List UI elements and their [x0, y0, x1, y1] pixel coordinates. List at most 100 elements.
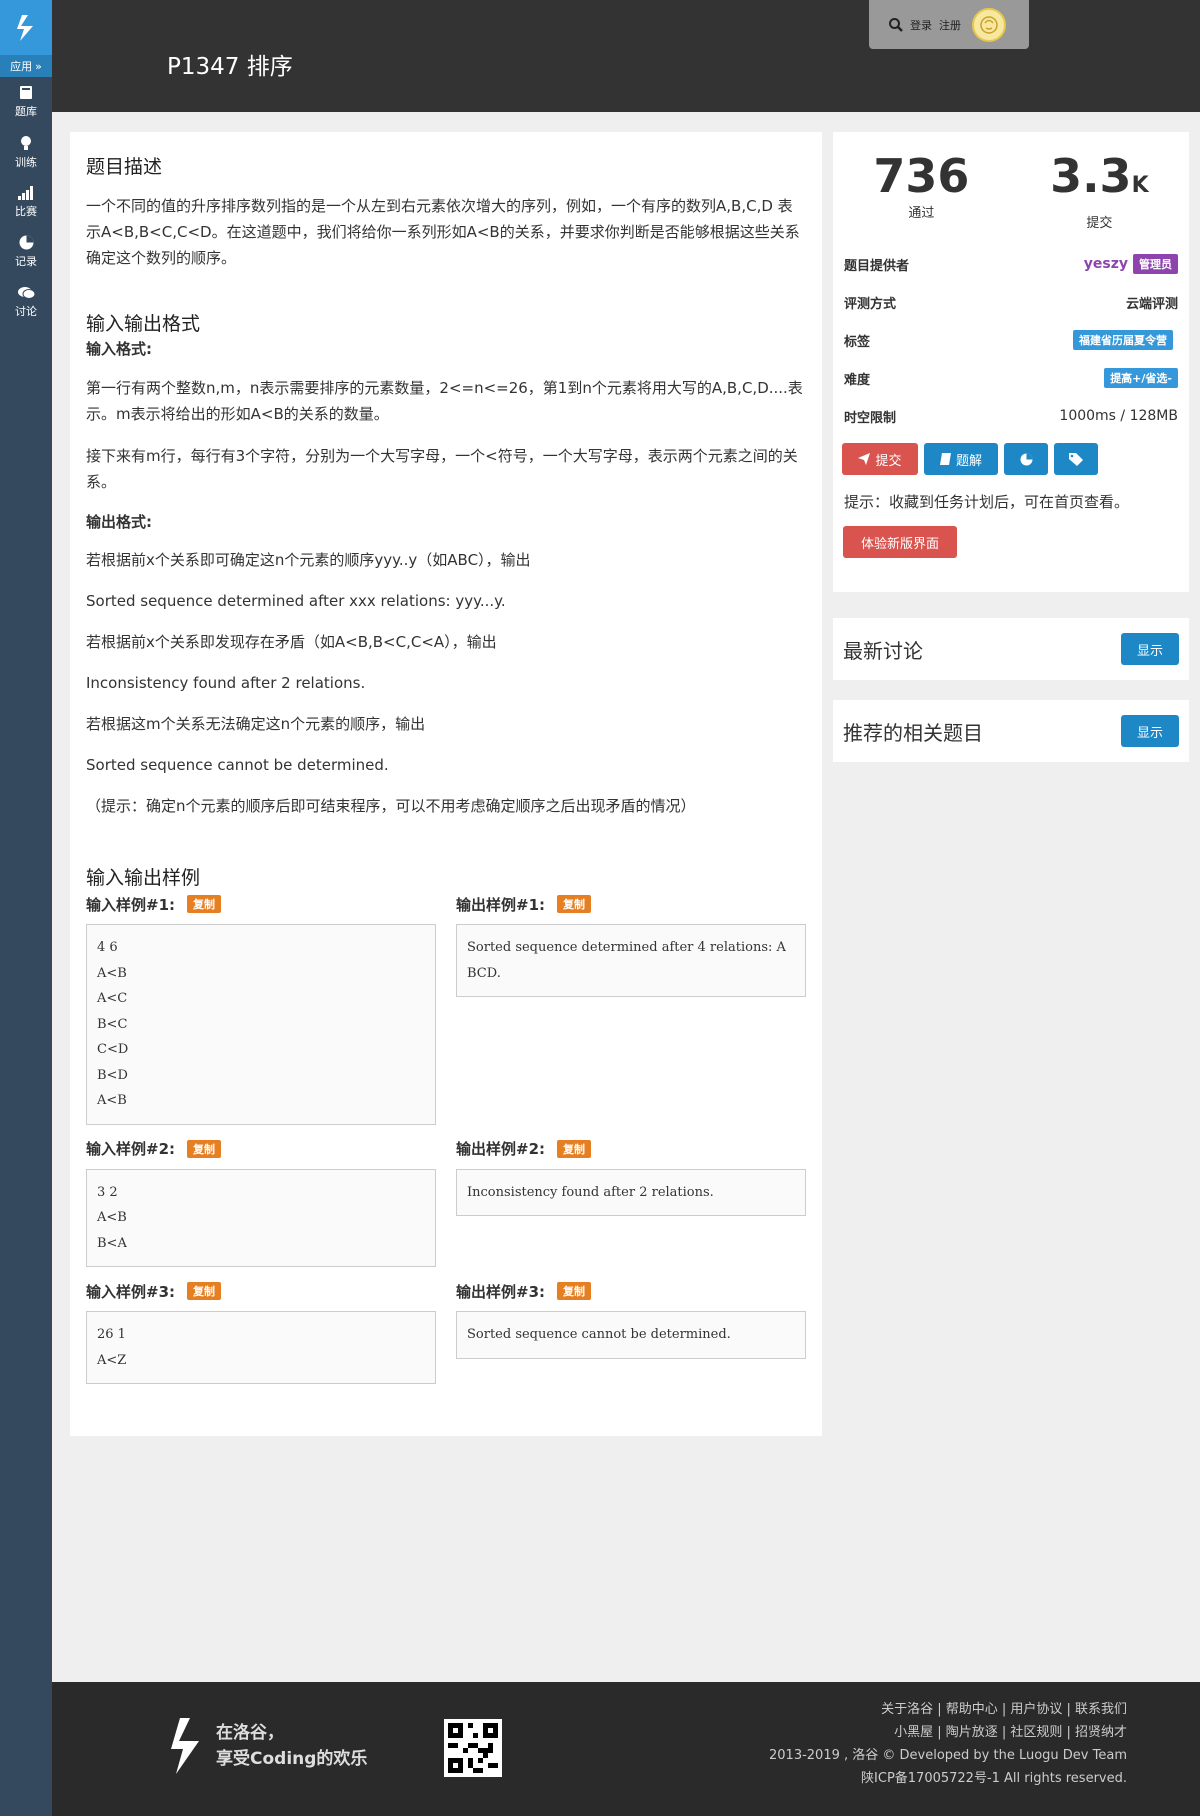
pie-chart-icon	[1020, 453, 1032, 465]
judge-label: 评测方式	[844, 296, 897, 312]
stat-passed: 736 通过	[873, 150, 969, 231]
sample-input-label-text: 输入样例#1:	[86, 895, 176, 914]
lightbulb-icon	[21, 135, 31, 150]
footer-icp[interactable]: 陕ICP备17005722号-1 All rights reserved.	[769, 1767, 1127, 1790]
nav-item-contest[interactable]: 比赛	[0, 177, 52, 227]
admin-badge: 管理员	[1133, 254, 1178, 274]
sample-output-label-text: 输出样例#3:	[456, 1282, 546, 1301]
solution-button[interactable]: 题解	[924, 443, 998, 475]
header: P1347 排序 登录 注册	[52, 0, 1200, 112]
output-format-label: 输出格式:	[86, 513, 152, 531]
stats-button[interactable]	[1004, 443, 1048, 475]
output-line: Inconsistency found after 2 relations.	[86, 674, 366, 692]
footer-logo: 在洛谷， 享受Coding的欢乐	[166, 1716, 367, 1776]
try-new-ui-button[interactable]: 体验新版界面	[843, 526, 957, 558]
stat-submitted: 3.3K 提交	[1050, 150, 1149, 231]
footer-links-line-2[interactable]: 小黑屋 | 陶片放逐 | 社区规则 | 招贤纳才	[769, 1721, 1127, 1744]
sample-input-2: 输入样例#2: 复制 3 2 A<B B<A	[86, 1137, 436, 1267]
copy-button[interactable]: 复制	[557, 1282, 592, 1300]
sample-output-label-text: 输出样例#2:	[456, 1140, 546, 1158]
nav-item-discuss[interactable]: 讨论	[0, 277, 52, 327]
app-menu-label: 应用	[10, 60, 33, 73]
nav-label: 比赛	[15, 204, 37, 218]
sample-input-label-text: 输入样例#2:	[86, 1140, 176, 1158]
output-hint: （提示：确定n个元素的顺序后即可结束程序，可以不用考虑确定顺序之后出现矛盾的情况…	[86, 797, 696, 815]
sample-input-box[interactable]: 26 1 A<Z	[86, 1311, 436, 1384]
qr-code	[444, 1719, 502, 1777]
slogan-line-1: 在洛谷，	[216, 1723, 284, 1743]
show-discussion-button[interactable]: 显示	[1121, 633, 1179, 665]
pie-chart-icon	[19, 235, 33, 250]
sample-input-label: 输入样例#3: 复制	[86, 1279, 436, 1303]
task-plan-hint: 提示：收藏到任务计划后，可在首页查看。	[844, 493, 1130, 511]
page-title: P1347 排序	[167, 54, 293, 80]
sample-input-label: 输入样例#2: 复制	[86, 1137, 436, 1161]
show-related-button[interactable]: 显示	[1121, 715, 1179, 747]
tags-button[interactable]	[1054, 443, 1098, 475]
submit-button[interactable]: 提交	[842, 443, 918, 475]
description-text: 一个不同的值的升序排序数列指的是一个从左到右元素依次增大的序列，例如，一个有序的…	[86, 197, 800, 267]
copy-button[interactable]: 复制	[187, 1139, 222, 1158]
info-row-tags: 标签 福建省历届夏令营	[833, 321, 1189, 359]
problem-panel: 题目描述 一个不同的值的升序排序数列指的是一个从左到右元素依次增大的序列，例如，…	[70, 132, 822, 1436]
submitted-unit: K	[1131, 173, 1149, 198]
copy-button[interactable]: 复制	[187, 1282, 222, 1300]
nav-item-training[interactable]: 训练	[0, 127, 52, 177]
limits-value: 1000ms / 128MB	[1059, 408, 1178, 424]
sample-input-1: 输入样例#1: 复制 4 6 A<B A<C B<C C<D B<D A<B	[86, 892, 436, 1125]
footer: 在洛谷， 享受Coding的欢乐 关于洛谷 | 帮助中心 | 用户协议 | 联系…	[52, 1682, 1200, 1816]
avatar[interactable]	[972, 7, 1006, 42]
sample-input-3: 输入样例#3: 复制 26 1 A<Z	[86, 1279, 436, 1384]
passed-label: 通过	[908, 206, 935, 221]
signal-icon	[18, 185, 33, 200]
nav-label: 记录	[15, 255, 37, 268]
tags-label: 标签	[844, 334, 871, 350]
solution-label: 题解	[955, 453, 982, 469]
sample-input-label: 输入样例#1: 复制	[86, 892, 436, 916]
sample-output-2: 输出样例#2: 复制 Inconsistency found after 2 r…	[456, 1137, 806, 1268]
search-icon[interactable]	[889, 17, 903, 32]
difficulty-badge: 提高+/省选-	[1104, 368, 1178, 388]
sample-output-box[interactable]: Inconsistency found after 2 relations.	[456, 1168, 806, 1216]
login-link[interactable]: 登录	[910, 17, 932, 33]
submitted-number: 3.3	[1050, 149, 1132, 203]
copy-button[interactable]: 复制	[187, 895, 222, 913]
output-line: 若根据前x个关系即发现存在矛盾（如A<B,B<C,C<A），输出	[86, 633, 497, 651]
sample-output-box[interactable]: Sorted sequence cannot be determined.	[456, 1311, 806, 1359]
submit-label: 提交	[875, 453, 902, 469]
limits-label: 时空限制	[844, 410, 897, 426]
submitted-label: 提交	[1086, 216, 1113, 231]
register-link[interactable]: 注册	[939, 17, 961, 33]
sample-output-label: 输出样例#2: 复制	[456, 1137, 806, 1161]
footer-slogan: 在洛谷， 享受Coding的欢乐	[216, 1720, 367, 1772]
nav-item-problems[interactable]: 题库	[0, 77, 52, 127]
sample-output-3: 输出样例#3: 复制 Sorted sequence cannot be det…	[456, 1279, 806, 1384]
luogu-logo[interactable]	[0, 0, 52, 55]
app-menu-toggle[interactable]: 应用 »	[0, 55, 52, 77]
footer-links-line-1[interactable]: 关于洛谷 | 帮助中心 | 用户协议 | 联系我们	[769, 1698, 1127, 1721]
slogan-line-2: 享受Coding的欢乐	[216, 1749, 368, 1769]
nav-label: 讨论	[15, 304, 37, 318]
tags-icon	[1068, 452, 1083, 466]
book-icon	[939, 453, 951, 465]
provider-value: yeszy 管理员	[1084, 254, 1178, 274]
related-problems-card: 推荐的相关题目 显示	[833, 700, 1189, 762]
copy-button[interactable]: 复制	[557, 895, 592, 913]
provider-name[interactable]: yeszy	[1084, 256, 1128, 272]
nav-item-records[interactable]: 记录	[0, 227, 52, 277]
provider-label: 题目提供者	[844, 258, 910, 274]
double-chevron-right-icon: »	[35, 59, 42, 73]
info-row-limits: 时空限制 1000ms / 128MB	[833, 397, 1189, 435]
description-title: 题目描述	[86, 156, 163, 178]
tag-badge[interactable]: 福建省历届夏令营	[1073, 330, 1173, 350]
sample-input-box[interactable]: 3 2 A<B B<A	[86, 1168, 436, 1267]
output-line: Sorted sequence cannot be determined.	[86, 756, 389, 774]
output-line: Sorted sequence determined after xxx rel…	[86, 592, 506, 610]
copy-button[interactable]: 复制	[557, 1139, 592, 1158]
judge-value: 云端评测	[1125, 296, 1178, 312]
luogu-logo-icon	[171, 1718, 199, 1774]
sample-input-box[interactable]: 4 6 A<B A<C B<C C<D B<D A<B	[86, 924, 436, 1125]
user-box: 登录 注册	[869, 0, 1029, 49]
sample-output-box[interactable]: Sorted sequence determined after 4 relat…	[456, 924, 806, 997]
discussion-title: 最新讨论	[843, 638, 923, 663]
